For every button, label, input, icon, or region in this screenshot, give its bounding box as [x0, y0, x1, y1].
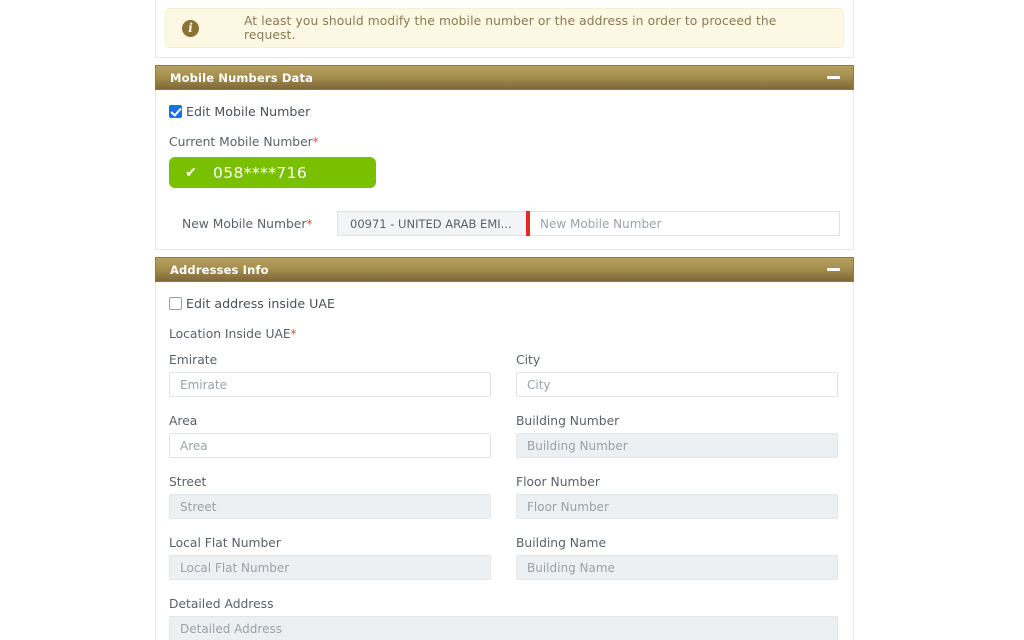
- required-asterisk: *: [306, 216, 313, 231]
- field-building-number: Building Number Building Number: [516, 414, 838, 458]
- input-local-flat-number: Local Flat Number: [169, 555, 491, 580]
- page-root: i At least you should modify the mobile …: [0, 0, 1024, 640]
- address-section-body: Edit address inside UAE Location Inside …: [155, 282, 854, 640]
- label-detailed-address: Detailed Address: [169, 597, 274, 611]
- mobile-section-body: Edit Mobile Number Current Mobile Number…: [155, 90, 854, 250]
- required-asterisk: *: [312, 135, 319, 149]
- field-emirate: Emirate Emirate: [169, 353, 491, 397]
- addresses-info-section: Addresses Info Edit address inside UAE L…: [155, 257, 854, 640]
- input-building-number: Building Number: [516, 433, 838, 458]
- info-banner: i At least you should modify the mobile …: [165, 8, 844, 48]
- input-floor-number: Floor Number: [516, 494, 838, 519]
- field-building-name: Building Name Building Name: [516, 536, 838, 580]
- current-mobile-label-text: Current Mobile Number: [169, 135, 313, 149]
- mobile-section-header[interactable]: Mobile Numbers Data: [155, 65, 854, 90]
- info-icon: i: [182, 19, 199, 37]
- label-building-name: Building Name: [516, 536, 607, 550]
- minus-icon[interactable]: [827, 76, 840, 79]
- edit-address-label: Edit address inside UAE: [186, 296, 335, 311]
- banner-message: At least you should modify the mobile nu…: [244, 14, 777, 42]
- label-street: Street: [169, 475, 207, 489]
- field-area: Area Area: [169, 414, 491, 458]
- label-city: City: [516, 353, 541, 367]
- mobile-section-title: Mobile Numbers Data: [170, 70, 314, 85]
- new-mobile-label-text: New Mobile Number: [182, 216, 307, 231]
- label-floor-number: Floor Number: [516, 475, 600, 489]
- edit-address-checkbox-row[interactable]: Edit address inside UAE: [169, 296, 840, 311]
- address-section-title: Addresses Info: [170, 262, 269, 277]
- new-mobile-label: New Mobile Number*: [182, 217, 337, 231]
- current-mobile-label: Current Mobile Number*: [169, 135, 840, 149]
- field-city: City City: [516, 353, 838, 397]
- address-section-header[interactable]: Addresses Info: [155, 257, 854, 282]
- label-area: Area: [169, 414, 198, 428]
- edit-mobile-checkbox-row[interactable]: Edit Mobile Number: [169, 104, 840, 119]
- input-emirate[interactable]: Emirate: [169, 372, 491, 397]
- edit-mobile-checkbox[interactable]: [169, 105, 182, 118]
- current-mobile-value: 058****716: [213, 163, 308, 182]
- edit-mobile-label: Edit Mobile Number: [186, 104, 311, 119]
- check-icon: ✔: [185, 164, 197, 181]
- content-column: i At least you should modify the mobile …: [155, 0, 854, 640]
- new-mobile-row: New Mobile Number* 00971 - UNITED ARAB E…: [169, 211, 840, 236]
- input-city[interactable]: City: [516, 372, 838, 397]
- location-label-text: Location Inside UAE: [169, 327, 291, 341]
- label-building-number: Building Number: [516, 414, 620, 428]
- input-building-name: Building Name: [516, 555, 838, 580]
- label-local-flat-number: Local Flat Number: [169, 536, 281, 550]
- banner-panel: i At least you should modify the mobile …: [155, 0, 854, 58]
- location-inside-uae-label: Location Inside UAE*: [169, 327, 840, 341]
- field-floor-number: Floor Number Floor Number: [516, 475, 838, 519]
- minus-icon[interactable]: [827, 268, 840, 271]
- country-code-select[interactable]: 00971 - UNITED ARAB EMI...: [337, 211, 526, 236]
- field-local-flat-number: Local Flat Number Local Flat Number: [169, 536, 491, 580]
- mobile-numbers-section: Mobile Numbers Data Edit Mobile Number C…: [155, 65, 854, 250]
- required-asterisk: *: [290, 327, 297, 341]
- current-mobile-badge: ✔ 058****716: [169, 157, 376, 188]
- address-fields-grid: Emirate Emirate City City Area Area Buil…: [169, 353, 840, 640]
- input-street: Street: [169, 494, 491, 519]
- new-mobile-input[interactable]: New Mobile Number: [530, 211, 840, 236]
- field-detailed-address: Detailed Address Detailed Address: [169, 597, 838, 640]
- input-detailed-address: Detailed Address: [169, 616, 838, 640]
- input-area[interactable]: Area: [169, 433, 491, 458]
- new-mobile-input-group: 00971 - UNITED ARAB EMI... New Mobile Nu…: [337, 211, 840, 236]
- edit-address-checkbox[interactable]: [169, 297, 182, 310]
- field-street: Street Street: [169, 475, 491, 519]
- label-emirate: Emirate: [169, 353, 218, 367]
